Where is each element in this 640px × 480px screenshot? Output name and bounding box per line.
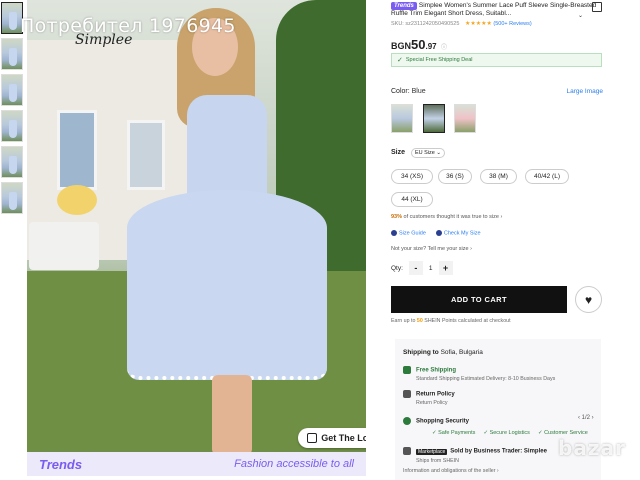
trends-badge: Trends xyxy=(391,2,417,10)
person-icon xyxy=(435,230,442,236)
seller-info-link[interactable]: Information and obligations of the selle… xyxy=(403,468,499,474)
size-option-l[interactable]: 40/42 (L) xyxy=(525,169,569,184)
color-selector: Color: Blue Large Image xyxy=(391,88,603,95)
size-label: Size xyxy=(391,149,406,156)
color-swatch-pink[interactable] xyxy=(454,104,476,133)
share-icon[interactable] xyxy=(592,2,602,12)
get-the-look-button[interactable]: Get The Look xyxy=(298,428,366,448)
marketplace-badge: Marketplace xyxy=(416,448,448,455)
check-icon: ✓ xyxy=(397,57,403,64)
size-guide-label: Size Guide xyxy=(399,230,426,237)
main-product-image[interactable]: Simplee Get The Look xyxy=(27,0,366,476)
qty-minus-button[interactable]: - xyxy=(408,261,423,275)
size-guide-link[interactable]: Size Guide xyxy=(391,230,426,236)
thumbnail-strip xyxy=(0,0,26,480)
shipping-destination[interactable]: Shipping to Sofia, Bulgaria xyxy=(403,349,483,356)
free-shipping-label: Free Shipping xyxy=(416,367,457,374)
check-my-size-label: Check My Size xyxy=(443,230,481,237)
color-swatch-light[interactable] xyxy=(391,104,413,133)
rating-stars: ★★★★★ xyxy=(464,21,492,27)
points-info: Earn up to 50 SHEIN Points calculated at… xyxy=(391,318,511,324)
sku-row: SKU: sz2311242050490525 ★★★★★ (500+ Revi… xyxy=(391,20,532,27)
look-icon xyxy=(307,433,318,443)
points-suffix: SHEIN Points calculated at checkout xyxy=(422,318,511,324)
fit-text: of customers thought it was true to size… xyxy=(403,214,503,220)
price-currency: BGN xyxy=(391,41,411,51)
thumbnail-3[interactable] xyxy=(1,74,23,106)
return-icon xyxy=(403,390,411,398)
price: BGN50.97 ⓘ xyxy=(391,36,447,54)
ship-to-label: Shipping to xyxy=(403,349,439,356)
sold-by-label: Sold by Business Trader: Simplee xyxy=(450,448,547,455)
free-shipping-row[interactable]: Free Shipping xyxy=(403,366,598,374)
banner-slogan: Fashion accessible to all xyxy=(234,458,354,470)
background-window xyxy=(57,110,97,190)
store-icon xyxy=(403,447,411,455)
price-main: 50 xyxy=(411,37,426,52)
fit-percent: 93% xyxy=(391,214,403,220)
quantity-stepper: Qty: - 1 + xyxy=(391,261,453,275)
security-pager[interactable]: ‹ 1/2 › xyxy=(578,415,594,421)
color-label: Color: xyxy=(391,88,410,95)
reviews-link[interactable]: (500+ Reviews) xyxy=(493,21,531,27)
shopping-security-label: Shopping Security xyxy=(416,418,470,425)
check-my-size-link[interactable]: Check My Size xyxy=(435,230,481,237)
thumbnail-2[interactable] xyxy=(1,38,23,70)
color-swatch-blue[interactable] xyxy=(423,104,445,133)
points-prefix: Earn up to xyxy=(391,318,417,324)
thumbnail-4[interactable] xyxy=(1,110,23,142)
size-header: Size EU Size ⌄ xyxy=(391,148,445,158)
model-legs xyxy=(212,375,252,455)
return-policy-label: Return Policy xyxy=(416,391,455,398)
trends-banner: Trends Fashion accessible to all xyxy=(27,452,366,476)
wishlist-heart-icon[interactable]: ♥ xyxy=(575,286,602,313)
safe-payments-tag: ✓ Safe Payments xyxy=(432,430,476,436)
return-policy-sub: Return Policy xyxy=(416,400,448,406)
price-decimal: .97 xyxy=(425,42,437,51)
secure-logistics-tag: ✓ Secure Logistics xyxy=(483,430,530,436)
free-shipping-sub: Standard Shipping Estimated Delivery: 8-… xyxy=(416,376,556,382)
truck-icon xyxy=(403,366,411,374)
add-to-cart-button[interactable]: ADD TO CART xyxy=(391,286,567,313)
trends-logo: Trends xyxy=(39,456,83,472)
ships-from: Ships from SHEIN xyxy=(416,458,459,464)
large-image-link[interactable]: Large Image xyxy=(567,88,604,95)
dress xyxy=(127,95,327,385)
qty-plus-button[interactable]: + xyxy=(438,261,453,275)
size-option-s[interactable]: 36 (S) xyxy=(438,169,472,184)
product-title-text: Simplee Women's Summer Lace Puff Sleeve … xyxy=(391,2,597,17)
fit-feedback[interactable]: 93% of customers thought it was true to … xyxy=(391,214,502,220)
user-watermark: Потребител 1976945 xyxy=(20,15,236,37)
price-info-icon[interactable]: ⓘ xyxy=(441,45,447,51)
size-guide-row: Size Guide Check My Size xyxy=(391,230,481,236)
background-table xyxy=(29,222,99,270)
size-option-xl[interactable]: 44 (XL) xyxy=(391,192,433,207)
bazar-watermark: bazar xyxy=(558,436,626,460)
shield-icon xyxy=(403,417,411,425)
get-the-look-label: Get The Look xyxy=(321,433,366,443)
size-option-xs[interactable]: 34 (XS) xyxy=(391,169,433,184)
not-your-size-link[interactable]: Not your size? Tell me your size › xyxy=(391,246,472,252)
ship-to-value: Sofia, Bulgaria xyxy=(440,349,483,356)
size-option-m[interactable]: 38 (M) xyxy=(480,169,517,184)
ruler-icon xyxy=(391,230,397,236)
shipping-deal-banner: ✓ Special Free Shipping Deal xyxy=(391,53,602,67)
qty-value[interactable]: 1 xyxy=(429,265,433,272)
thumbnail-6[interactable] xyxy=(1,182,23,214)
sku-text: SKU: sz2311242050490525 xyxy=(391,21,460,27)
color-value: Blue xyxy=(411,88,426,95)
shopping-security-row[interactable]: Shopping Security xyxy=(403,417,598,425)
background-flowers xyxy=(57,185,97,215)
return-policy-row[interactable]: Return Policy xyxy=(403,390,598,398)
shipping-deal-text: Special Free Shipping Deal xyxy=(405,57,473,63)
qty-label: Qty: xyxy=(391,264,403,272)
chevron-down-icon[interactable]: ⌄ xyxy=(578,12,583,19)
thumbnail-5[interactable] xyxy=(1,146,23,178)
product-title: Trends Simplee Women's Summer Lace Puff S… xyxy=(391,2,601,18)
size-system-dropdown[interactable]: EU Size ⌄ xyxy=(410,148,445,158)
